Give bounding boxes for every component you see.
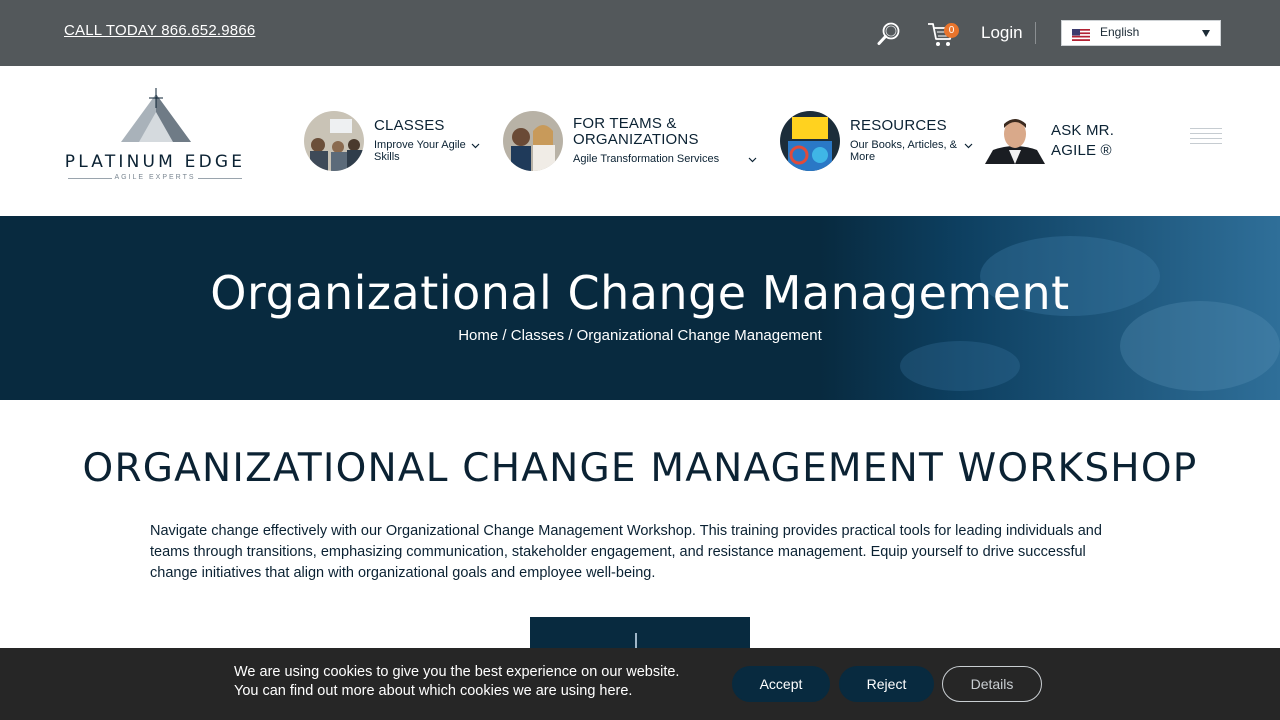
main-header: PLATINUM EDGE AGILE EXPERTS CLASSES Impr…: [0, 66, 1280, 216]
breadcrumb-classes-link[interactable]: Classes: [511, 327, 564, 344]
nav-item-resources[interactable]: RESOURCES Our Books, Articles, & More: [780, 66, 980, 216]
breadcrumb: Home / Classes / Organizational Change M…: [0, 327, 1280, 344]
logo-wordmark: PLATINUM EDGE: [64, 152, 246, 172]
logo-mountain-icon: [121, 88, 191, 142]
mr-agile-photo: [985, 114, 1045, 164]
top-utility-bar: CALL TODAY 866.652.9866 0 Login English: [0, 0, 1280, 66]
nav-item-ask-mr-agile[interactable]: ASK MR. AGILE ®: [985, 66, 1165, 216]
login-link[interactable]: Login: [981, 23, 1023, 43]
chevron-down-icon[interactable]: [748, 155, 757, 164]
nav-item-teams[interactable]: FOR TEAMS & ORGANIZATIONS Agile Transfor…: [503, 66, 763, 216]
nav-title-teams: FOR TEAMS & ORGANIZATIONS: [573, 115, 699, 148]
teams-thumbnail: [503, 111, 563, 171]
cookie-message-line1: We are using cookies to give you the bes…: [234, 664, 680, 680]
call-today-link[interactable]: CALL TODAY 866.652.9866: [64, 22, 255, 39]
classes-thumbnail: [304, 111, 364, 171]
platinum-edge-logo[interactable]: PLATINUM EDGE AGILE EXPERTS: [64, 86, 246, 186]
page-hero: Organizational Change Management Home / …: [0, 216, 1280, 400]
caret-down-icon: [1202, 30, 1210, 37]
topbar-divider: [1035, 22, 1036, 44]
nav-subtitle-classes: Improve Your Agile Skills: [374, 139, 466, 163]
logo-rule-right: [198, 178, 242, 179]
nav-subtitle-resources: Our Books, Articles, & More: [850, 139, 957, 163]
cookie-details-button[interactable]: Details: [942, 666, 1042, 702]
resources-thumbnail: [780, 111, 840, 171]
accept-cookies-button[interactable]: Accept: [732, 666, 830, 702]
chevron-down-icon[interactable]: [471, 141, 480, 150]
nav-title-classes: CLASSES: [374, 117, 445, 134]
hamburger-menu-icon[interactable]: [1190, 128, 1222, 148]
cookie-message-line2[interactable]: You can find out more about which cookie…: [234, 682, 714, 701]
us-flag-icon: [1072, 29, 1090, 41]
cookie-consent-bar: We are using cookies to give you the bes…: [0, 648, 1280, 720]
language-select[interactable]: English: [1061, 20, 1221, 46]
nav-subtitle-teams: Agile Transformation Services: [573, 153, 720, 165]
language-label: English: [1100, 25, 1140, 39]
breadcrumb-current: Organizational Change Management: [576, 327, 822, 344]
breadcrumb-separator: /: [564, 327, 577, 344]
cart-count-badge: 0: [944, 23, 959, 38]
nav-title-ask-mr-agile: ASK MR. AGILE ®: [1051, 122, 1115, 159]
reject-cookies-button[interactable]: Reject: [839, 666, 934, 702]
nav-title-resources: RESOURCES: [850, 117, 947, 134]
search-icon[interactable]: [876, 21, 902, 47]
section-heading: ORGANIZATIONAL CHANGE MANAGEMENT WORKSHO…: [82, 446, 1198, 491]
chevron-down-icon[interactable]: [964, 141, 973, 150]
nav-item-classes[interactable]: CLASSES Improve Your Agile Skills: [304, 66, 494, 216]
breadcrumb-home-link[interactable]: Home: [458, 327, 498, 344]
breadcrumb-separator: /: [498, 327, 511, 344]
intro-paragraph: Navigate change effectively with our Org…: [150, 523, 1102, 581]
page-title: Organizational Change Management: [210, 266, 1070, 320]
cookie-message: We are using cookies to give you the bes…: [234, 663, 714, 701]
